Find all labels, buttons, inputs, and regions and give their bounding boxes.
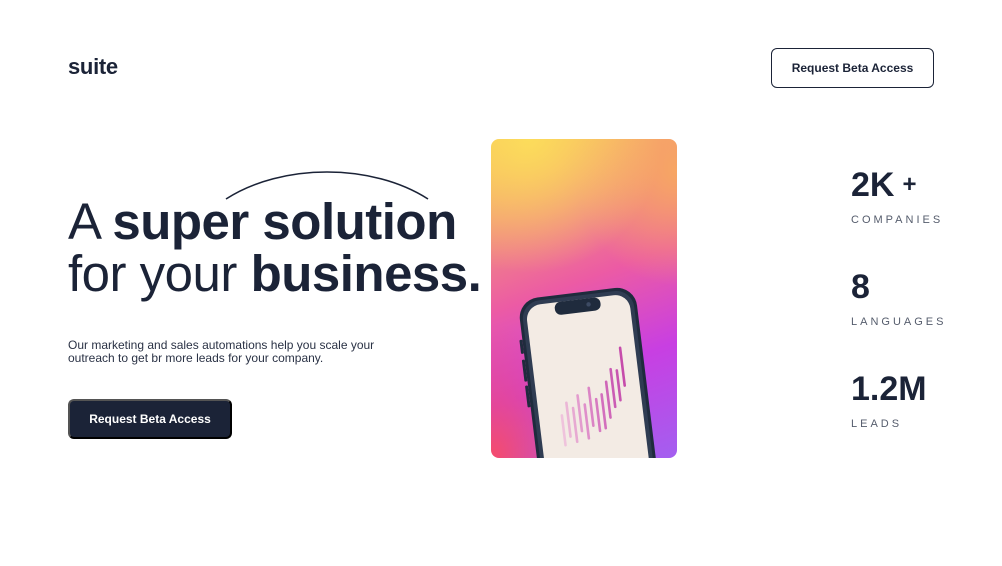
hero-request-beta-button[interactable]: Request Beta Access <box>68 399 232 439</box>
headline-line1-light: A <box>68 193 99 250</box>
stat-languages-value: 8 <box>851 268 870 306</box>
headline-line1-bold: super solution <box>112 193 457 250</box>
stat-companies-suffix: + <box>902 171 917 198</box>
header-request-beta-button[interactable]: Request Beta Access <box>771 48 934 88</box>
stat-leads-label: LEADS <box>851 418 903 430</box>
hero-description: Our marketing and sales automations help… <box>68 338 375 365</box>
stat-leads-value: 1.2M <box>851 370 927 408</box>
hero-image <box>491 139 677 458</box>
headline-line2-bold: business. <box>250 245 482 302</box>
stat-companies-number: 2K <box>851 166 895 204</box>
phone-chart-icon <box>519 287 657 458</box>
stat-companies-value: 2K + <box>851 168 943 202</box>
headline-line2-light: for your <box>68 245 237 302</box>
stat-languages: 8 LANGUAGES <box>851 270 946 328</box>
stat-companies-label: COMPANIES <box>851 214 944 226</box>
logo[interactable]: suite <box>68 54 118 80</box>
hero-headline: A super solution for your business. <box>68 193 482 302</box>
stat-leads: 1.2M LEADS <box>851 372 927 430</box>
stat-companies: 2K + COMPANIES <box>851 168 943 226</box>
stat-languages-label: LANGUAGES <box>851 316 947 328</box>
